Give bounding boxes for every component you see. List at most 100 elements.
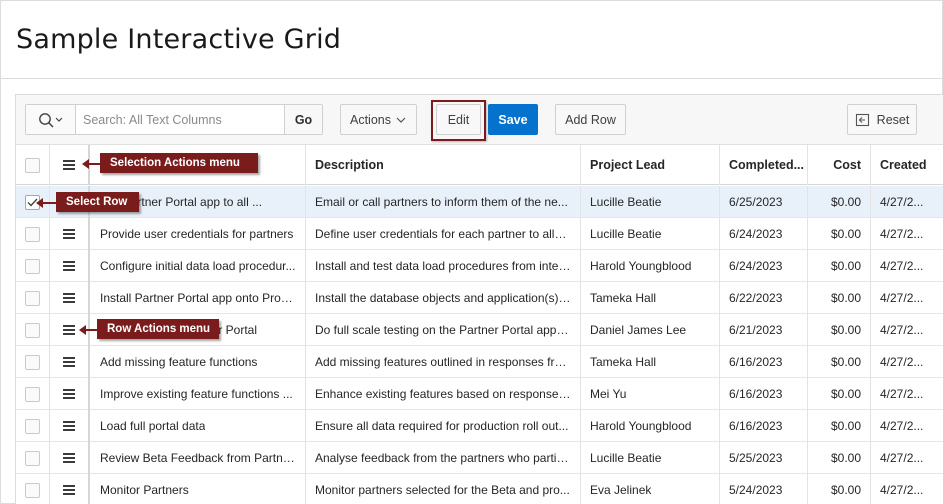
cell-task-name[interactable]: Improve existing feature functions ... [91, 378, 306, 410]
cell-completed[interactable]: 5/25/2023 [720, 442, 808, 474]
cell-created[interactable]: 4/27/2... [871, 410, 943, 442]
row-checkbox[interactable] [25, 354, 40, 370]
cell-description[interactable]: Do full scale testing on the Partner Por… [306, 314, 581, 346]
cell-completed[interactable]: 6/22/2023 [720, 282, 808, 314]
hamburger-icon [63, 293, 75, 303]
actions-menu-button[interactable]: Actions [340, 104, 417, 135]
go-button[interactable]: Go [284, 105, 322, 134]
row-checkbox[interactable] [25, 290, 40, 306]
table-row[interactable]: Monitor Partners Monitor partners select… [16, 474, 943, 504]
cell-description[interactable]: Analyse feedback from the partners who p… [306, 442, 581, 474]
table-row[interactable]: Configure initial data load procedur... … [16, 250, 943, 282]
table-row[interactable]: nce Partner Portal app to all ... Email … [16, 186, 943, 218]
cell-created[interactable]: 4/27/2... [871, 378, 943, 410]
cell-project-lead[interactable]: Lucille Beatie [581, 442, 720, 474]
cell-task-name[interactable]: Provide user credentials for partners [91, 218, 306, 250]
add-row-button[interactable]: Add Row [555, 104, 626, 135]
cell-description[interactable]: Enhance existing features based on respo… [306, 378, 581, 410]
cell-completed[interactable]: 5/24/2023 [720, 474, 808, 504]
cell-created[interactable]: 4/27/2... [871, 218, 943, 250]
column-header-description[interactable]: Description [306, 145, 581, 185]
cell-description[interactable]: Install the database objects and applica… [306, 282, 581, 314]
table-row[interactable]: Load full portal data Ensure all data re… [16, 410, 943, 442]
cell-project-lead[interactable]: Tameka Hall [581, 282, 720, 314]
cell-completed[interactable]: 6/21/2023 [720, 314, 808, 346]
cell-completed[interactable]: 6/25/2023 [720, 186, 808, 218]
cell-task-name[interactable]: Configure initial data load procedur... [91, 250, 306, 282]
cell-project-lead[interactable]: Lucille Beatie [581, 218, 720, 250]
edit-button[interactable]: Edit [436, 104, 481, 135]
cell-task-name[interactable]: Review Beta Feedback from Partners [91, 442, 306, 474]
row-checkbox[interactable] [25, 258, 40, 274]
row-actions-menu-button[interactable] [50, 282, 90, 314]
cell-description[interactable]: Install and test data load procedures fr… [306, 250, 581, 282]
row-checkbox[interactable] [25, 482, 40, 498]
search-input[interactable] [76, 105, 284, 134]
table-row[interactable]: Review Beta Feedback from Partners Analy… [16, 442, 943, 474]
cell-cost[interactable]: $0.00 [808, 442, 871, 474]
cell-description[interactable]: Ensure all data required for production … [306, 410, 581, 442]
search-group: Go [25, 104, 323, 135]
cell-project-lead[interactable]: Harold Youngblood [581, 250, 720, 282]
cell-description[interactable]: Monitor partners selected for the Beta a… [306, 474, 581, 504]
cell-created[interactable]: 4/27/2... [871, 282, 943, 314]
cell-cost[interactable]: $0.00 [808, 186, 871, 218]
table-row[interactable]: Install Partner Portal app onto Prod... … [16, 282, 943, 314]
column-header-created[interactable]: Created [871, 145, 943, 185]
cell-task-name[interactable]: Monitor Partners [91, 474, 306, 504]
table-row[interactable]: Improve existing feature functions ... E… [16, 378, 943, 410]
cell-created[interactable]: 4/27/2... [871, 250, 943, 282]
cell-completed[interactable]: 6/16/2023 [720, 346, 808, 378]
row-actions-menu-button[interactable] [50, 474, 90, 504]
row-checkbox[interactable] [25, 418, 40, 434]
cell-description[interactable]: Add missing features outlined in respons… [306, 346, 581, 378]
cell-cost[interactable]: $0.00 [808, 250, 871, 282]
cell-project-lead[interactable]: Lucille Beatie [581, 186, 720, 218]
cell-created[interactable]: 4/27/2... [871, 314, 943, 346]
cell-cost[interactable]: $0.00 [808, 218, 871, 250]
row-checkbox[interactable] [25, 450, 40, 466]
row-actions-menu-button[interactable] [50, 410, 90, 442]
search-column-selector[interactable] [26, 105, 76, 134]
reset-button[interactable]: Reset [847, 104, 917, 135]
cell-description[interactable]: Define user credentials for each partner… [306, 218, 581, 250]
cell-created[interactable]: 4/27/2... [871, 442, 943, 474]
cell-created[interactable]: 4/27/2... [871, 474, 943, 504]
cell-project-lead[interactable]: Eva Jelinek [581, 474, 720, 504]
row-checkbox[interactable] [25, 226, 40, 242]
row-checkbox[interactable] [25, 322, 40, 338]
cell-completed[interactable]: 6/24/2023 [720, 250, 808, 282]
select-all-checkbox[interactable] [25, 157, 40, 173]
row-actions-menu-button[interactable] [50, 218, 90, 250]
cell-completed[interactable]: 6/16/2023 [720, 410, 808, 442]
row-actions-menu-button[interactable] [50, 442, 90, 474]
save-button[interactable]: Save [488, 104, 538, 135]
cell-cost[interactable]: $0.00 [808, 314, 871, 346]
cell-project-lead[interactable]: Tameka Hall [581, 346, 720, 378]
cell-task-name[interactable]: Add missing feature functions [91, 346, 306, 378]
row-checkbox[interactable] [25, 386, 40, 402]
cell-description[interactable]: Email or call partners to inform them of… [306, 186, 581, 218]
cell-cost[interactable]: $0.00 [808, 346, 871, 378]
cell-project-lead[interactable]: Daniel James Lee [581, 314, 720, 346]
cell-project-lead[interactable]: Harold Youngblood [581, 410, 720, 442]
table-row[interactable]: Provide user credentials for partners De… [16, 218, 943, 250]
table-row[interactable]: Add missing feature functions Add missin… [16, 346, 943, 378]
row-actions-menu-button[interactable] [50, 346, 90, 378]
cell-cost[interactable]: $0.00 [808, 410, 871, 442]
cell-project-lead[interactable]: Mei Yu [581, 378, 720, 410]
cell-completed[interactable]: 6/16/2023 [720, 378, 808, 410]
cell-cost[interactable]: $0.00 [808, 282, 871, 314]
column-header-cost[interactable]: Cost [808, 145, 871, 185]
cell-created[interactable]: 4/27/2... [871, 346, 943, 378]
cell-cost[interactable]: $0.00 [808, 378, 871, 410]
cell-task-name[interactable]: Install Partner Portal app onto Prod... [91, 282, 306, 314]
cell-created[interactable]: 4/27/2... [871, 186, 943, 218]
row-actions-menu-button[interactable] [50, 250, 90, 282]
cell-task-name[interactable]: Load full portal data [91, 410, 306, 442]
row-actions-menu-button[interactable] [50, 378, 90, 410]
column-header-project-lead[interactable]: Project Lead [581, 145, 720, 185]
column-header-completed[interactable]: Completed... [720, 145, 808, 185]
cell-completed[interactable]: 6/24/2023 [720, 218, 808, 250]
cell-cost[interactable]: $0.00 [808, 474, 871, 504]
